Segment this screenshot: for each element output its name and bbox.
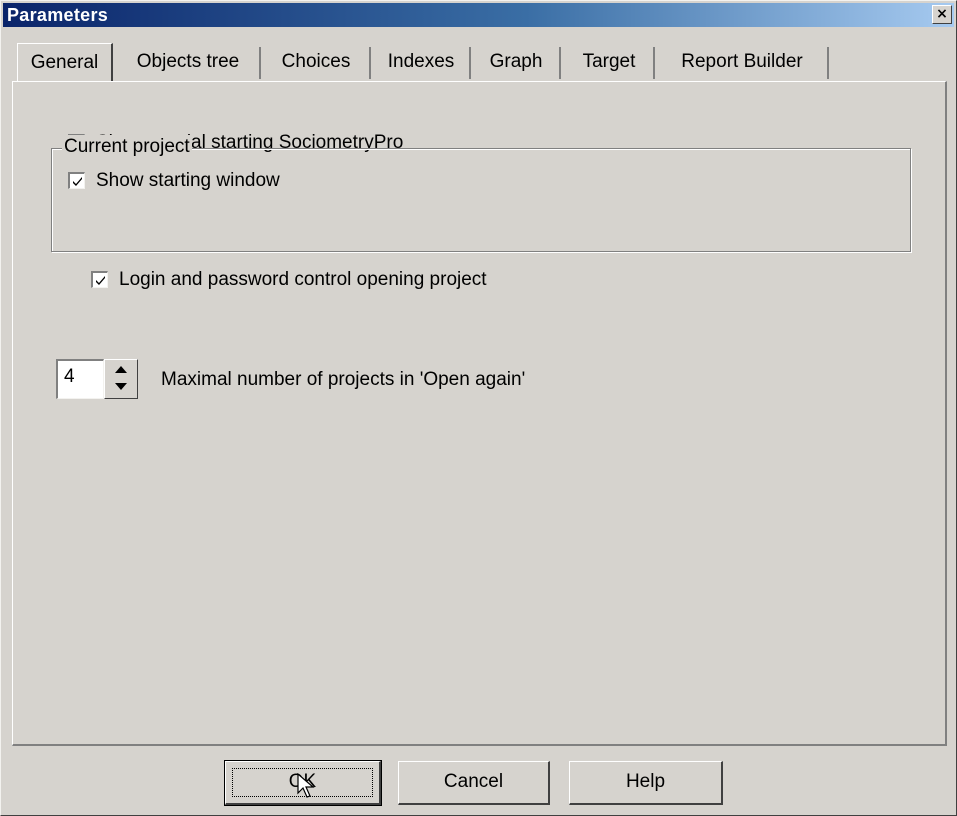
help-button-label: Help — [625, 771, 666, 792]
help-button[interactable]: Help — [569, 761, 723, 805]
tab-label: Choices — [281, 51, 351, 72]
tab-label: Graph — [489, 51, 543, 72]
tab-report-builder[interactable]: Report Builder — [657, 47, 829, 79]
tab-label: General — [30, 52, 99, 73]
tab-general[interactable]: General — [17, 43, 113, 81]
mouse-pointer-icon — [297, 773, 315, 798]
max-projects-input[interactable]: 4 — [56, 359, 104, 399]
tab-objects-tree[interactable]: Objects tree — [117, 47, 261, 79]
tab-label: Indexes — [387, 51, 455, 72]
tab-graph[interactable]: Graph — [473, 47, 561, 79]
arrow-down-icon — [115, 383, 127, 390]
max-projects-label: Maximal number of projects in 'Open agai… — [161, 369, 526, 390]
tab-label: Report Builder — [681, 51, 803, 72]
groupbox-legend: Current project — [62, 135, 192, 159]
arrow-up-icon — [115, 366, 127, 373]
tab-indexes[interactable]: Indexes — [373, 47, 471, 79]
cancel-button[interactable]: Cancel — [398, 761, 550, 805]
tab-choices[interactable]: Choices — [263, 47, 371, 79]
cancel-button-label: Cancel — [443, 771, 504, 792]
tab-label: Target — [582, 51, 636, 72]
close-icon: × — [936, 6, 948, 22]
close-button[interactable]: × — [932, 5, 952, 24]
parameters-dialog: Parameters × General Objects tree Choice… — [0, 0, 957, 816]
tab-target[interactable]: Target — [565, 47, 655, 79]
login-password-control-label: Login and password control opening proje… — [119, 269, 487, 290]
spin-down-button[interactable] — [105, 379, 137, 398]
spin-up-button[interactable] — [105, 360, 137, 379]
max-projects-spinner: 4 — [56, 359, 142, 399]
spin-buttons — [104, 359, 138, 399]
tab-label: Objects tree — [136, 51, 240, 72]
check-icon — [96, 276, 105, 285]
checkbox-box[interactable] — [91, 271, 108, 288]
window-title: Parameters — [7, 5, 109, 25]
current-project-groupbox: Current project — [51, 135, 911, 252]
title-bar[interactable]: Parameters × — [3, 3, 954, 27]
